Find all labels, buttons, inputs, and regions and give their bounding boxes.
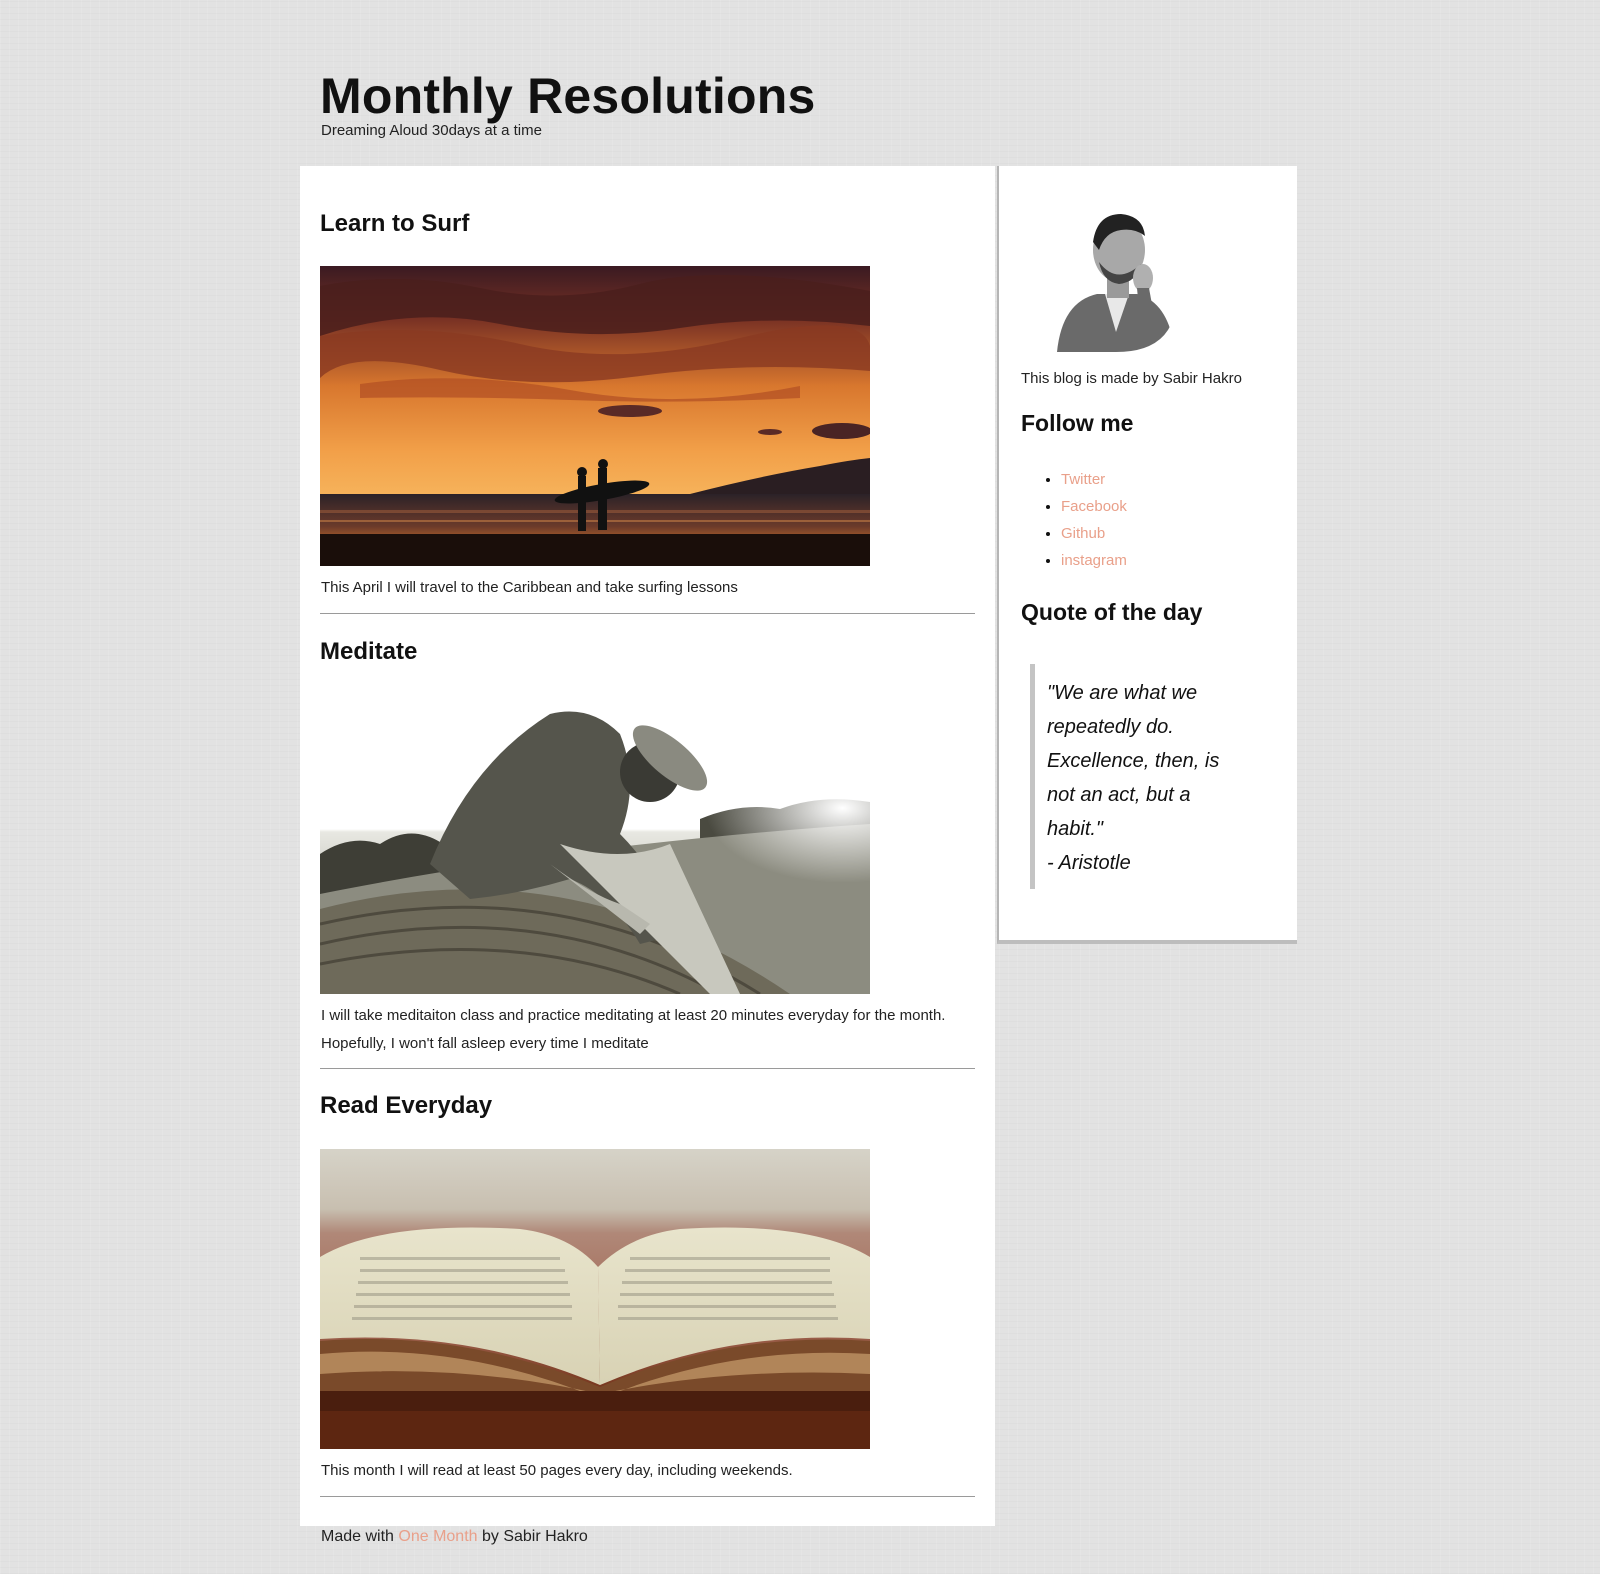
site-tagline: Dreaming Aloud 30days at a time [321, 122, 542, 139]
post-title: Meditate [320, 638, 418, 665]
post-body: This April I will travel to the Caribbea… [321, 579, 738, 596]
github-link[interactable]: Github [1061, 525, 1105, 542]
post-body: I will take meditaiton class and practic… [321, 1007, 946, 1052]
facebook-link[interactable]: Facebook [1061, 498, 1127, 515]
avatar [1057, 202, 1175, 352]
twitter-link[interactable]: Twitter [1061, 471, 1105, 488]
main-column: Learn to Surf This April I will travel t… [300, 166, 995, 1526]
footer-prefix: Made with [321, 1528, 399, 1545]
quote-text: "We are what we repeatedly do. Excellenc… [1047, 682, 1220, 840]
post-divider [320, 613, 975, 614]
post-divider [320, 1068, 975, 1069]
post-body: This month I will read at least 50 pages… [321, 1462, 793, 1479]
follow-links: Twitter Facebook Github instagram [1021, 466, 1127, 574]
quote-heading: Quote of the day [1021, 599, 1203, 625]
sidebar: This blog is made by Sabir Hakro Follow … [997, 166, 1297, 944]
site-header: Monthly Resolutions Dreaming Aloud 30day… [320, 60, 815, 139]
instagram-link[interactable]: instagram [1061, 552, 1127, 569]
list-item: Twitter [1061, 466, 1127, 493]
meditation-photo-image [320, 694, 870, 994]
quote-author: - Aristotle [1047, 852, 1131, 874]
quote-block: "We are what we repeatedly do. Excellenc… [1030, 664, 1240, 889]
follow-heading: Follow me [1021, 410, 1134, 436]
footer-suffix: by Sabir Hakro [477, 1528, 588, 1545]
list-item: instagram [1061, 547, 1127, 574]
open-book-image [320, 1149, 870, 1449]
surf-sunset-image [320, 266, 870, 566]
post-divider [320, 1496, 975, 1497]
one-month-link[interactable]: One Month [398, 1528, 477, 1545]
bio-text: This blog is made by Sabir Hakro [1021, 370, 1242, 387]
post-title: Learn to Surf [320, 210, 470, 237]
list-item: Facebook [1061, 493, 1127, 520]
footer: Made with One Month by Sabir Hakro [321, 1528, 588, 1546]
post-title: Read Everyday [320, 1092, 493, 1119]
list-item: Github [1061, 520, 1127, 547]
